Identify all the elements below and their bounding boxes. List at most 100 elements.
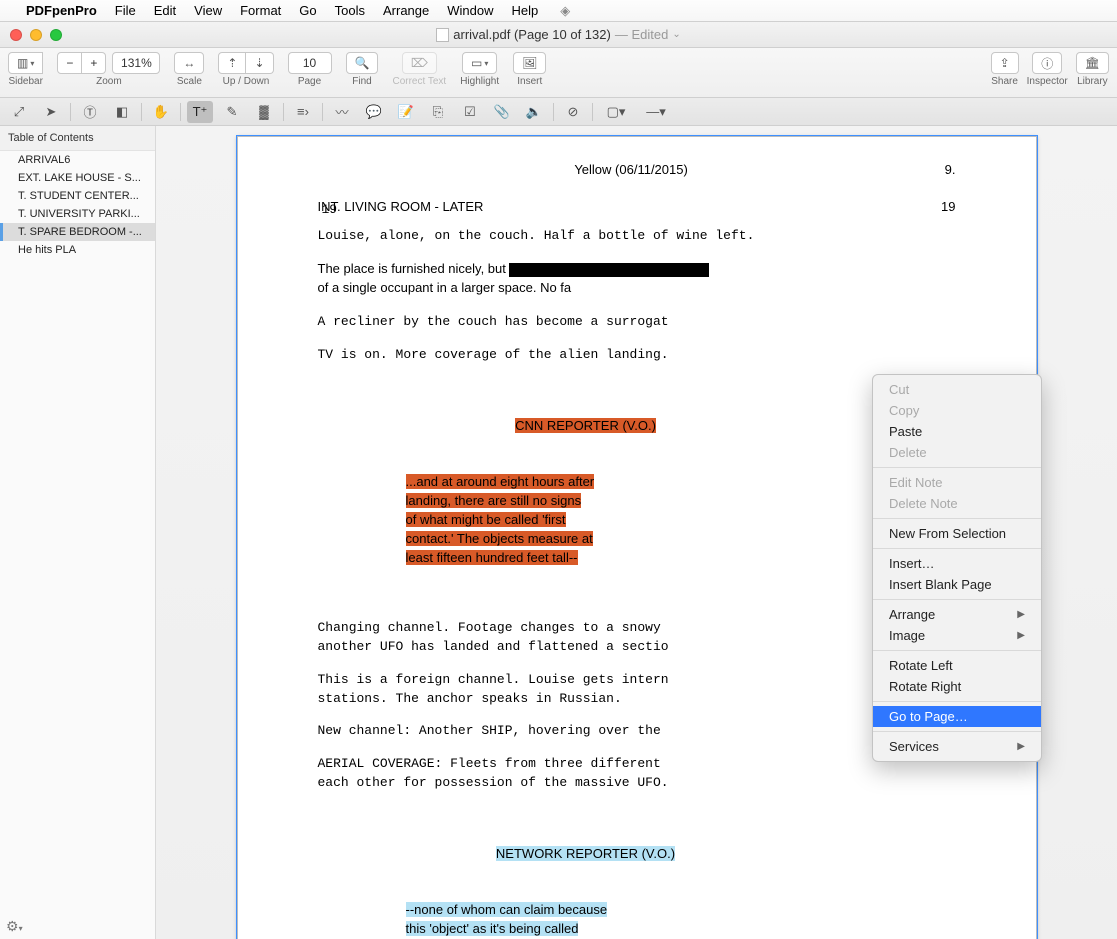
body-text: Changing channel. Footage changes to a s… [318, 619, 956, 657]
redact-tool[interactable]: ▓ [251, 101, 277, 123]
insert-button[interactable]: 🖼 [513, 52, 546, 74]
sidebar-action-menu[interactable]: ⚙︎▾ [6, 918, 23, 935]
highlight-button[interactable]: ▭▾ [462, 52, 497, 74]
sound-tool[interactable]: 🔈 [521, 101, 547, 123]
primary-toolbar: ▥▾ Sidebar − + 131% Zoom ↔ Scale ⇡ ⇣ Up … [0, 48, 1117, 98]
edit-select-tool[interactable]: ➤ [38, 101, 64, 123]
menu-help[interactable]: Help [511, 3, 538, 18]
hand-tool[interactable]: ✋ [148, 101, 174, 123]
form-checkbox-tool[interactable]: ☑ [457, 101, 483, 123]
menu-tools[interactable]: Tools [335, 3, 365, 18]
context-menu-item[interactable]: Go to Page… [873, 706, 1041, 727]
zoom-value-field[interactable]: 131% [112, 52, 160, 74]
context-menu-item[interactable]: Rotate Left [873, 655, 1041, 676]
highlight-icon: ▭ [471, 56, 482, 70]
context-menu-item[interactable]: New From Selection [873, 523, 1041, 544]
library-label: Library [1077, 76, 1108, 87]
scroll-tool[interactable]: ⤢ [6, 101, 32, 123]
sidebar-mode-button[interactable]: ▥▾ [8, 52, 43, 74]
add-text-tool[interactable]: T⁺ [187, 101, 213, 123]
menu-arrange[interactable]: Arrange [383, 3, 429, 18]
menu-format[interactable]: Format [240, 3, 281, 18]
freehand-tool[interactable]: 〰 [329, 101, 355, 123]
menu-go[interactable]: Go [299, 3, 316, 18]
comment-tool[interactable]: 💬 [361, 101, 387, 123]
page-down-button[interactable]: ⇣ [246, 52, 273, 74]
toc-list[interactable]: ARRIVAL6EXT. LAKE HOUSE - S...T. STUDENT… [0, 151, 155, 259]
share-label: Share [991, 76, 1018, 87]
library-button[interactable]: 🏛 [1076, 52, 1109, 74]
title-dropdown-icon[interactable]: ⌄ [672, 29, 680, 40]
context-menu-item[interactable]: Insert… [873, 553, 1041, 574]
toc-item[interactable]: T. UNIVERSITY PARKI... [0, 205, 155, 223]
context-menu[interactable]: CutCopyPasteDeleteEdit NoteDelete NoteNe… [872, 374, 1042, 762]
body-text: This is a foreign channel. Louise gets i… [318, 671, 956, 709]
window-edited-label: — Edited [615, 27, 668, 42]
share-icon: ⇪ [1000, 56, 1010, 70]
fill-color-picker[interactable]: ▢▾ [599, 101, 633, 123]
window-close-button[interactable] [10, 29, 22, 41]
find-label: Find [352, 76, 371, 87]
body-text: New channel: Another SHIP, hovering over… [318, 722, 956, 741]
window-titlebar: arrival.pdf (Page 10 of 132) — Edited ⌄ [0, 22, 1117, 48]
context-menu-separator [873, 701, 1041, 702]
document-proxy-icon[interactable] [436, 28, 449, 42]
siri-icon[interactable]: ◈ [560, 3, 570, 19]
menu-file[interactable]: File [115, 3, 136, 18]
zoom-label: Zoom [96, 76, 122, 87]
link-tool[interactable]: ⎘ [425, 101, 451, 123]
context-menu-item[interactable]: Rotate Right [873, 676, 1041, 697]
indent-tool[interactable]: ≡› [290, 101, 316, 123]
no-action-tool[interactable]: ⊘ [560, 101, 586, 123]
context-menu-item[interactable]: Image▶ [873, 625, 1041, 646]
attach-tool[interactable]: 📎 [489, 101, 515, 123]
context-menu-separator [873, 650, 1041, 651]
highlight-orange: CNN REPORTER (V.O.) [515, 418, 656, 433]
highlight-tool[interactable]: ✎ [219, 101, 245, 123]
page-up-button[interactable]: ⇡ [218, 52, 246, 74]
text-select-tool[interactable]: Ⓣ [77, 101, 103, 123]
document-view[interactable]: 19 Yellow (06/11/2015) 9. INT. LIVING RO… [156, 126, 1117, 939]
correct-text-button[interactable]: ⌦ [402, 52, 437, 74]
context-menu-item[interactable]: Paste [873, 421, 1041, 442]
toc-item[interactable]: T. SPARE BEDROOM -... [0, 223, 155, 241]
correct-text-label: Correct Text [392, 76, 446, 87]
menu-view[interactable]: View [194, 3, 222, 18]
zoom-in-button[interactable]: + [82, 52, 106, 74]
context-menu-item[interactable]: Insert Blank Page [873, 574, 1041, 595]
context-menu-item[interactable]: Arrange▶ [873, 604, 1041, 625]
app-menu[interactable]: PDFpenPro [26, 3, 97, 18]
note-tool[interactable]: 📝 [393, 101, 419, 123]
separator [283, 103, 284, 121]
submenu-arrow-icon: ▶ [1017, 630, 1025, 641]
context-menu-separator [873, 467, 1041, 468]
sidebar-label: Sidebar [8, 76, 42, 87]
toc-item[interactable]: ARRIVAL6 [0, 151, 155, 169]
body-text: Louise, alone, on the couch. Half a bott… [318, 227, 956, 246]
context-menu-item[interactable]: Services▶ [873, 736, 1041, 757]
sidebar-toc: Table of Contents ARRIVAL6EXT. LAKE HOUS… [0, 126, 156, 939]
menu-window[interactable]: Window [447, 3, 493, 18]
toc-item[interactable]: T. STUDENT CENTER... [0, 187, 155, 205]
separator [322, 103, 323, 121]
rect-select-tool[interactable]: ◧ [109, 101, 135, 123]
zoom-out-button[interactable]: − [57, 52, 82, 74]
inspector-button[interactable]: ⓘ [1032, 52, 1062, 74]
find-button[interactable]: 🔍 [346, 52, 379, 74]
context-menu-item: Copy [873, 400, 1041, 421]
toc-item[interactable]: He hits PLA [0, 241, 155, 259]
separator [180, 103, 181, 121]
sidebar-icon: ▥ [17, 56, 28, 70]
stroke-style-picker[interactable]: ―▾ [639, 101, 673, 123]
scale-label: Scale [177, 76, 202, 87]
scale-button[interactable]: ↔ [174, 52, 204, 74]
page-up-icon: ⇡ [227, 56, 237, 70]
toc-item[interactable]: EXT. LAKE HOUSE - S... [0, 169, 155, 187]
window-zoom-button[interactable] [50, 29, 62, 41]
menu-edit[interactable]: Edit [154, 3, 176, 18]
share-button[interactable]: ⇪ [991, 52, 1019, 74]
page-number-field[interactable]: 10 [288, 52, 332, 74]
window-minimize-button[interactable] [30, 29, 42, 41]
dialog-block: CNN REPORTER (V.O.) ...and at around eig… [406, 379, 766, 605]
scene-heading: INT. LIVING ROOM - LATER [318, 198, 942, 217]
